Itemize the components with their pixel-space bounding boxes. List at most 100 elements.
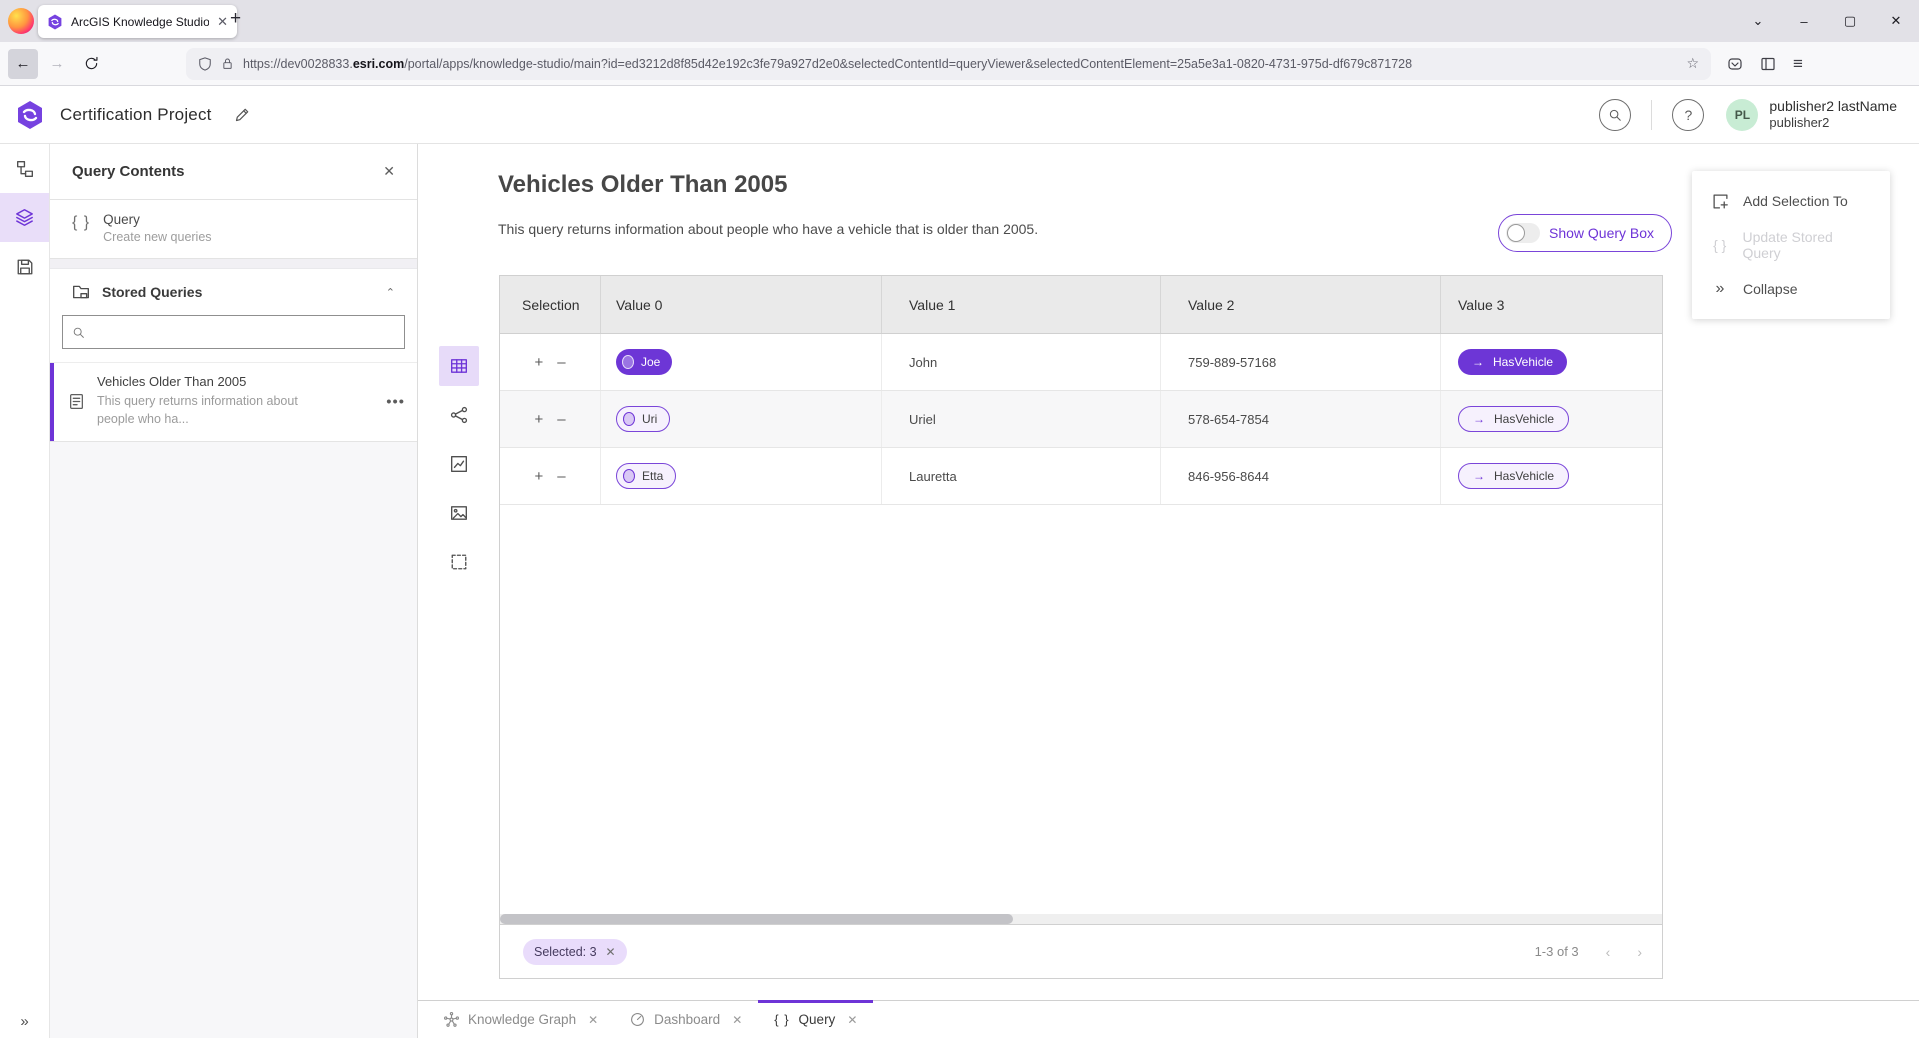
stored-search-box[interactable]	[62, 315, 405, 349]
menu-item-add-selection-to[interactable]: Add Selection To	[1692, 179, 1890, 223]
search-button[interactable]	[1599, 99, 1631, 131]
column-header[interactable]: Value 3	[1440, 276, 1662, 333]
browser-tab-strip: ArcGIS Knowledge Studio ✕ + ⌄ – ▢ ✕	[0, 0, 1919, 42]
workspace: » Query Contents ✕ { } Query Create new …	[0, 144, 1919, 1038]
rail-item-data-model[interactable]	[0, 144, 49, 193]
tool-table-view[interactable]	[439, 346, 479, 386]
add-to-selection-button[interactable]: +	[534, 354, 543, 371]
back-button[interactable]: ←	[8, 49, 38, 79]
remove-from-selection-button[interactable]: –	[557, 411, 565, 428]
tab-list-dropdown-icon[interactable]: ⌄	[1735, 0, 1781, 42]
relationship-chip[interactable]: →HasVehicle	[1458, 463, 1569, 489]
window-maximize-icon[interactable]: ▢	[1827, 0, 1873, 42]
braces-icon: { }	[1711, 237, 1728, 253]
scrollbar-thumb[interactable]	[500, 914, 1013, 924]
question-icon: ?	[1684, 107, 1692, 123]
panel-gap	[50, 259, 417, 269]
close-tab-icon[interactable]: ✕	[732, 1013, 742, 1027]
panel-close-icon[interactable]: ✕	[383, 163, 395, 180]
new-tab-button[interactable]: +	[230, 8, 241, 30]
add-to-selection-button[interactable]: +	[534, 468, 543, 485]
column-header[interactable]: Value 0	[600, 276, 881, 333]
avatar[interactable]: PL	[1726, 99, 1758, 131]
column-header[interactable]: Selection	[500, 276, 600, 333]
column-header[interactable]: Value 1	[881, 276, 1160, 333]
remove-from-selection-button[interactable]: –	[557, 468, 565, 485]
cell-value2: 846-956-8644	[1160, 448, 1440, 504]
collapse-section-icon[interactable]: ⌃	[386, 286, 395, 299]
horizontal-scrollbar[interactable]	[500, 914, 1662, 924]
prev-page-icon[interactable]: ‹	[1606, 944, 1611, 960]
browser-tab[interactable]: ArcGIS Knowledge Studio ✕	[38, 5, 237, 38]
entity-chip[interactable]: Uri	[616, 406, 670, 432]
tool-map-view[interactable]	[439, 493, 479, 533]
remove-from-selection-button[interactable]: –	[557, 354, 565, 371]
table-header-row: Selection Value 0 Value 1 Value 2 Value …	[500, 276, 1662, 334]
stored-query-desc-2: people who ha...	[97, 411, 298, 429]
url-text[interactable]: https://dev0028833.esri.com/portal/apps/…	[243, 57, 1677, 71]
panel-header: Query Contents ✕	[50, 144, 417, 200]
tab-close-icon[interactable]: ✕	[217, 15, 228, 28]
relationship-chip[interactable]: →HasVehicle	[1458, 406, 1569, 432]
app-logo-icon[interactable]	[15, 100, 45, 130]
table-footer: Selected: 3 ✕ 1-3 of 3 ‹ ›	[500, 924, 1662, 978]
tool-link-chart[interactable]	[439, 395, 479, 435]
tool-chart-view[interactable]	[439, 444, 479, 484]
library-sidebar-icon[interactable]	[1760, 56, 1776, 72]
tab-knowledge-graph[interactable]: Knowledge Graph ✕	[428, 1001, 614, 1038]
reload-icon	[84, 56, 99, 71]
reload-button[interactable]	[76, 49, 106, 79]
url-bar[interactable]: https://dev0028833.esri.com/portal/apps/…	[186, 48, 1711, 80]
layers-icon	[15, 208, 34, 227]
selected-badge[interactable]: Selected: 3 ✕	[523, 939, 627, 965]
user-info[interactable]: publisher2 lastName publisher2	[1769, 98, 1897, 132]
bookmark-star-icon[interactable]: ☆	[1686, 55, 1699, 72]
firefox-menu-icon[interactable]	[8, 8, 34, 34]
stored-query-options-icon[interactable]: •••	[386, 394, 405, 411]
rail-item-save[interactable]	[0, 242, 49, 291]
tab-query[interactable]: { } Query ✕	[758, 1001, 873, 1038]
arrow-icon: →	[1473, 469, 1485, 483]
next-page-icon[interactable]: ›	[1637, 944, 1642, 960]
menu-item-update-stored-query[interactable]: { } Update Stored Query	[1692, 223, 1890, 267]
forward-button[interactable]: →	[42, 49, 72, 79]
table-row[interactable]: + – Etta Lauretta 846-956-8644 →HasVehic…	[500, 448, 1662, 505]
table-row[interactable]: + – Uri Uriel 578-654-7854 →HasVehicle	[500, 391, 1662, 448]
menu-hamburger-icon[interactable]: ≡	[1793, 54, 1803, 74]
header-actions: ? PL publisher2 lastName publisher2	[1599, 98, 1897, 132]
rail-item-contents[interactable]	[0, 193, 49, 242]
tab-dashboard[interactable]: Dashboard ✕	[614, 1001, 758, 1038]
show-query-box-toggle[interactable]: Show Query Box	[1498, 214, 1672, 252]
page-range: 1-3 of 3	[1535, 944, 1579, 959]
toggle-switch[interactable]	[1506, 223, 1540, 243]
column-header[interactable]: Value 2	[1160, 276, 1440, 333]
pocket-save-icon[interactable]	[1727, 56, 1743, 72]
browser-nav-bar: ← → https://dev0028833.esri.com/portal/a…	[0, 42, 1919, 86]
add-to-selection-button[interactable]: +	[534, 411, 543, 428]
stored-queries-header[interactable]: Stored Queries ⌃	[50, 269, 417, 309]
entity-chip[interactable]: Etta	[616, 463, 676, 489]
window-close-icon[interactable]: ✕	[1873, 0, 1919, 42]
add-selection-icon	[1711, 193, 1729, 210]
stored-query-item[interactable]: Vehicles Older Than 2005 This query retu…	[50, 362, 417, 442]
help-button[interactable]: ?	[1672, 99, 1704, 131]
show-query-box-label: Show Query Box	[1549, 225, 1654, 241]
close-tab-icon[interactable]: ✕	[588, 1013, 598, 1027]
query-item[interactable]: { } Query Create new queries	[50, 200, 417, 259]
window-minimize-icon[interactable]: –	[1781, 0, 1827, 42]
stored-search-input[interactable]	[92, 324, 395, 341]
expand-rail-button[interactable]: »	[0, 1013, 49, 1030]
window-controls: ⌄ – ▢ ✕	[1735, 0, 1919, 42]
relationship-chip[interactable]: →HasVehicle	[1458, 349, 1567, 375]
table-row[interactable]: + – Joe John 759-889-57168 →HasVehicle	[500, 334, 1662, 391]
header-divider	[1651, 100, 1652, 130]
toggle-knob	[1507, 224, 1525, 242]
edit-title-button[interactable]	[234, 107, 250, 123]
close-tab-icon[interactable]: ✕	[847, 1013, 857, 1027]
shield-icon[interactable]	[198, 57, 212, 71]
tool-selection-view[interactable]	[439, 542, 479, 582]
entity-chip[interactable]: Joe	[616, 349, 672, 375]
clear-selection-icon[interactable]: ✕	[606, 945, 616, 959]
lock-icon[interactable]	[221, 57, 234, 70]
menu-item-collapse[interactable]: » Collapse	[1692, 267, 1890, 311]
